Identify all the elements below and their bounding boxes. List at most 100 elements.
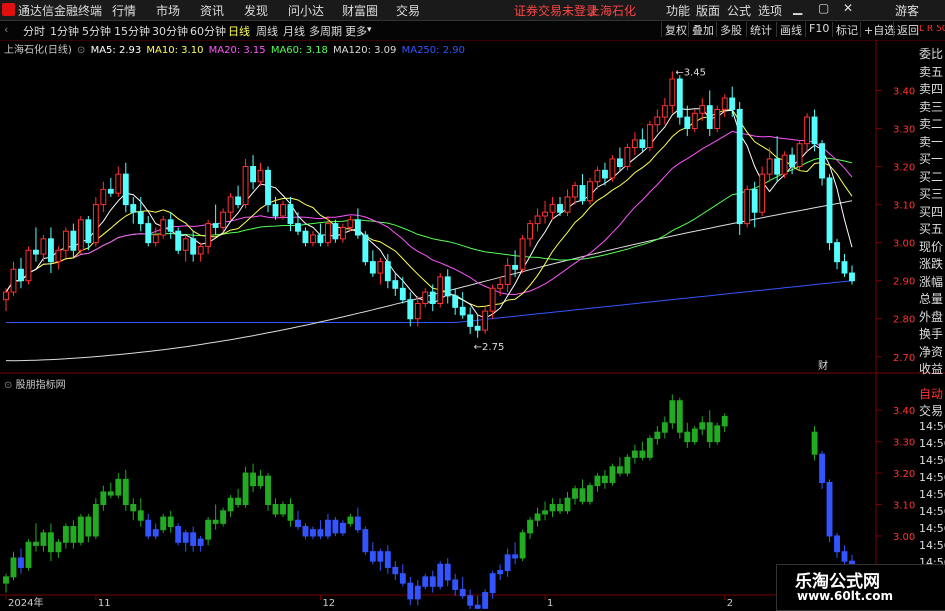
indicator-body: [190, 532, 197, 546]
indicator-body: [631, 450, 638, 458]
huaxian-button[interactable]: 画线: [776, 22, 805, 37]
candle-body: [542, 211, 548, 217]
chevron-left-icon[interactable]: ‹: [4, 23, 8, 36]
watermark-url: www.60lt.com: [797, 589, 894, 603]
side-label: 买五: [919, 222, 944, 236]
ytick-label: 3.10: [893, 201, 915, 212]
back-button[interactable]: 返回: [893, 22, 922, 37]
candle-body: [736, 108, 743, 225]
indicator-body: [280, 504, 286, 515]
period-1min[interactable]: 1分钟: [50, 23, 79, 39]
xtick-label: 2024年: [8, 596, 43, 609]
candle-body: [369, 261, 376, 274]
side-label: 买二: [919, 169, 944, 184]
trade-time: 14:56: [919, 488, 945, 501]
close-icon[interactable]: ✕: [843, 1, 853, 15]
candle-body: [796, 143, 803, 168]
diejia-button[interactable]: 叠加: [688, 22, 717, 37]
sub-ytick-label: 3.10: [893, 501, 915, 512]
candle-body: [212, 223, 219, 228]
chevron-down-icon[interactable]: ▾: [367, 25, 372, 35]
indicator-body: [77, 516, 84, 543]
indicator-body: [377, 551, 384, 562]
biaoji-button[interactable]: 标记: [832, 22, 861, 37]
low-annotation: ←2.75: [474, 342, 505, 353]
tongji-button[interactable]: 统计: [746, 22, 775, 37]
candle-body: [257, 169, 264, 183]
login-notice[interactable]: 证券交易未登录: [514, 2, 598, 19]
menu-hangqing[interactable]: 行情: [112, 2, 136, 19]
candle-body: [826, 177, 833, 244]
indicator-body: [422, 576, 429, 587]
candle-body: [579, 185, 586, 202]
sub-ytick-label: 3.00: [893, 532, 915, 543]
period-multi[interactable]: 多周期: [309, 23, 342, 39]
indicator-body: [452, 579, 459, 590]
high-annotation: ←3.45: [675, 67, 706, 78]
indicator-body: [197, 538, 204, 546]
menu-jiaoyi[interactable]: 交易: [396, 2, 420, 19]
candle-body: [377, 261, 384, 274]
side-label: 总量: [919, 292, 944, 306]
indicator-body: [85, 516, 92, 537]
candle-body: [197, 245, 204, 255]
indicator-body: [407, 582, 414, 600]
indicator-body: [534, 513, 541, 521]
candle-body: [684, 116, 691, 129]
period-weekly[interactable]: 周线: [256, 23, 278, 39]
candle-body: [602, 169, 608, 179]
candle-body: [407, 299, 414, 320]
candle-body: [654, 116, 661, 126]
menu-xuanxiang[interactable]: 选项: [758, 2, 782, 19]
duogu-button[interactable]: 多股: [716, 22, 745, 37]
indicator-body: [295, 519, 301, 528]
menu-shichang[interactable]: 市场: [156, 2, 180, 19]
period-60min[interactable]: 60分钟: [190, 23, 226, 39]
user-guest[interactable]: 游客: [895, 2, 919, 19]
indicator-body: [175, 526, 182, 543]
candle-body: [669, 78, 676, 107]
indicator-body: [564, 497, 571, 512]
indicator-body: [661, 422, 668, 433]
kline-chart[interactable]: 3.40 3.30 3.20 3.10 3.00 2.90 2.80 2.70 3.40 3.30…: [0, 40, 945, 609]
minimize-icon[interactable]: ▁: [793, 1, 802, 15]
indicator-body: [100, 491, 107, 506]
indicator-body: [25, 541, 32, 568]
indicator-body: [257, 475, 264, 487]
period-15min[interactable]: 15分钟: [114, 23, 150, 39]
period-fenshi[interactable]: 分时: [23, 23, 45, 39]
indicator-body: [167, 516, 174, 528]
period-more[interactable]: 更多: [345, 23, 367, 39]
menu-gongshi[interactable]: 公式: [727, 2, 751, 19]
side-label: 涨幅: [919, 274, 944, 289]
indicator-body: [549, 504, 556, 512]
ytick-label: 2.90: [893, 277, 915, 288]
period-30min[interactable]: 30分钟: [152, 23, 188, 39]
candle-body: [347, 219, 354, 228]
fuquan-button[interactable]: 复权: [661, 22, 690, 37]
f10-button[interactable]: F10: [805, 22, 832, 37]
menu-caifuquan[interactable]: 财富圈: [342, 2, 378, 19]
menu-banmian[interactable]: 版面: [696, 2, 720, 19]
candle-body: [504, 264, 511, 285]
candle-body: [549, 204, 556, 213]
chevron-circle-icon[interactable]: ⊙: [4, 380, 12, 391]
indicator-body: [399, 573, 406, 584]
candle-body: [422, 291, 429, 305]
candle-body: [130, 204, 137, 213]
trade-time: 14:56: [919, 437, 945, 450]
menu-zixun[interactable]: 资讯: [200, 2, 224, 19]
period-daily[interactable]: 日线: [228, 23, 250, 39]
indicator-body: [324, 519, 331, 537]
menu-wenxiaoda[interactable]: 问小达: [288, 2, 324, 19]
xtick-label: 12: [322, 598, 335, 609]
menu-faxian[interactable]: 发现: [244, 2, 268, 19]
menu-gongneng[interactable]: 功能: [666, 2, 690, 19]
period-monthly[interactable]: 月线: [283, 23, 305, 39]
candle-body: [272, 204, 279, 217]
candle-body: [759, 173, 766, 213]
maximize-icon[interactable]: ▢: [818, 1, 829, 15]
period-5min[interactable]: 5分钟: [82, 23, 111, 39]
candle-body: [310, 234, 316, 244]
candle-body: [339, 226, 346, 240]
